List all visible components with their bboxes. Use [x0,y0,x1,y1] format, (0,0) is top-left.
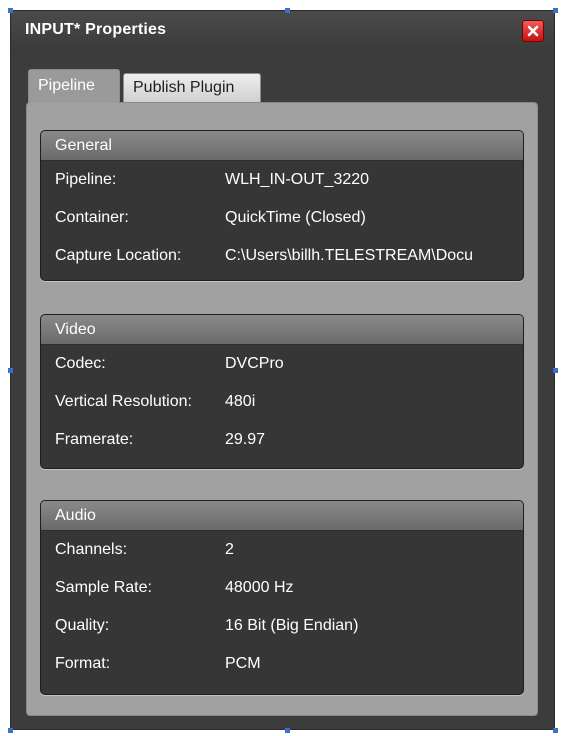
resize-handle-right[interactable] [553,368,558,373]
resize-handle-bottom-left[interactable] [8,728,13,733]
quality-value: 16 Bit (Big Endian) [225,617,359,634]
codec-label: Codec: [55,355,106,372]
pipeline-row: Pipeline: WLH_IN-OUT_3220 [41,161,523,199]
quality-label: Quality: [55,617,110,634]
framerate-row: Framerate: 29.97 [41,421,523,459]
format-row: Format: PCM [41,645,523,683]
close-button[interactable] [522,20,544,42]
properties-window: INPUT* Properties Pipeline Publish Plugi… [10,10,555,730]
format-label: Format: [55,655,111,672]
close-icon [527,25,539,37]
capture-location-value: C:\Users\billh.TELESTREAM\Docu [225,247,474,264]
codec-value: DVCPro [225,355,284,372]
vertical-resolution-row: Vertical Resolution: 480i [41,383,523,421]
framerate-value: 29.97 [225,431,266,448]
resize-handle-top-left[interactable] [8,8,13,13]
resize-handle-bottom[interactable] [285,728,290,733]
window-title: INPUT* Properties [25,21,167,38]
channels-label: Channels: [55,541,128,558]
container-value: QuickTime (Closed) [225,209,366,226]
tab-publish-plugin[interactable]: Publish Plugin [123,73,261,103]
resize-handle-left[interactable] [8,368,13,373]
video-group-header: Video [41,315,523,345]
pipeline-tab-panel: General Pipeline: WLH_IN-OUT_3220 Contai… [26,102,538,716]
container-row: Container: QuickTime (Closed) [41,199,523,237]
capture-location-label: Capture Location: [55,247,182,264]
general-group: General Pipeline: WLH_IN-OUT_3220 Contai… [40,130,524,281]
sample-rate-value: 48000 Hz [225,579,294,596]
format-value: PCM [225,655,261,672]
capture-location-row: Capture Location: C:\Users\billh.TELESTR… [41,237,523,275]
general-group-header: General [41,131,523,161]
vertical-resolution-value: 480i [225,393,256,410]
channels-row: Channels: 2 [41,531,523,569]
audio-group: Audio Channels: 2 Sample Rate: 48000 Hz … [40,500,524,695]
quality-row: Quality: 16 Bit (Big Endian) [41,607,523,645]
vertical-resolution-label: Vertical Resolution: [55,393,192,410]
sample-rate-row: Sample Rate: 48000 Hz [41,569,523,607]
resize-handle-bottom-right[interactable] [553,728,558,733]
pipeline-label: Pipeline: [55,171,117,188]
channels-value: 2 [225,541,234,558]
audio-group-header: Audio [41,501,523,531]
video-group: Video Codec: DVCPro Vertical Resolution:… [40,314,524,469]
resize-handle-top-right[interactable] [553,8,558,13]
pipeline-value: WLH_IN-OUT_3220 [225,171,370,188]
resize-handle-top[interactable] [285,8,290,13]
tab-pipeline[interactable]: Pipeline [28,69,120,103]
title-bar[interactable]: INPUT* Properties [11,11,554,53]
container-label: Container: [55,209,129,226]
codec-row: Codec: DVCPro [41,345,523,383]
framerate-label: Framerate: [55,431,134,448]
sample-rate-label: Sample Rate: [55,579,152,596]
